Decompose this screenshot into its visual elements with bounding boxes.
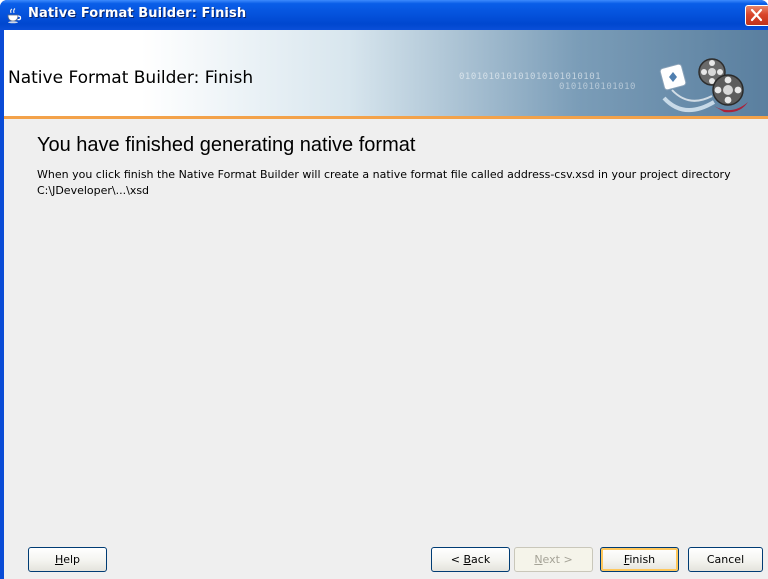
wizard-header-banner: Native Format Builder: Finish 0101010101… xyxy=(4,30,768,116)
back-button-label-rest: ack xyxy=(471,553,491,566)
help-button-label-rest: elp xyxy=(63,553,81,566)
cancel-button[interactable]: Cancel xyxy=(688,547,763,572)
title-bar[interactable]: Native Format Builder: Finish xyxy=(0,0,768,30)
banner-binary-decoration: 010101010101010101010101 xyxy=(459,72,602,82)
java-cup-icon xyxy=(7,8,22,24)
film-reel-icon xyxy=(659,58,748,113)
close-icon xyxy=(750,8,763,22)
help-button-mnemonic: H xyxy=(54,553,64,566)
next-button[interactable]: Next > xyxy=(514,547,593,572)
next-button-label-rest: ext > xyxy=(542,553,573,566)
banner-accent-rule xyxy=(4,116,768,119)
dialog-client-area: Native Format Builder: Finish 0101010101… xyxy=(4,30,768,579)
finish-message: When you click finish the Native Format … xyxy=(37,168,731,197)
back-button-prefix: < xyxy=(450,553,464,566)
back-button[interactable]: < Back xyxy=(431,547,510,572)
dialog-window: Native Format Builder: Finish Native For… xyxy=(0,0,768,579)
window-title: Native Format Builder: Finish xyxy=(28,6,247,21)
banner-title: Native Format Builder: Finish xyxy=(8,68,254,88)
back-button-mnemonic: B xyxy=(463,553,472,566)
close-button[interactable] xyxy=(745,5,768,26)
next-button-mnemonic: N xyxy=(534,553,543,566)
page-heading: You have finished generating native form… xyxy=(37,134,416,156)
banner-binary-decoration-2: 0101010101010 xyxy=(559,82,636,92)
help-button[interactable]: Help xyxy=(28,547,107,572)
finish-button[interactable]: Finish xyxy=(600,547,679,572)
finish-button-label-rest: inish xyxy=(629,553,656,566)
